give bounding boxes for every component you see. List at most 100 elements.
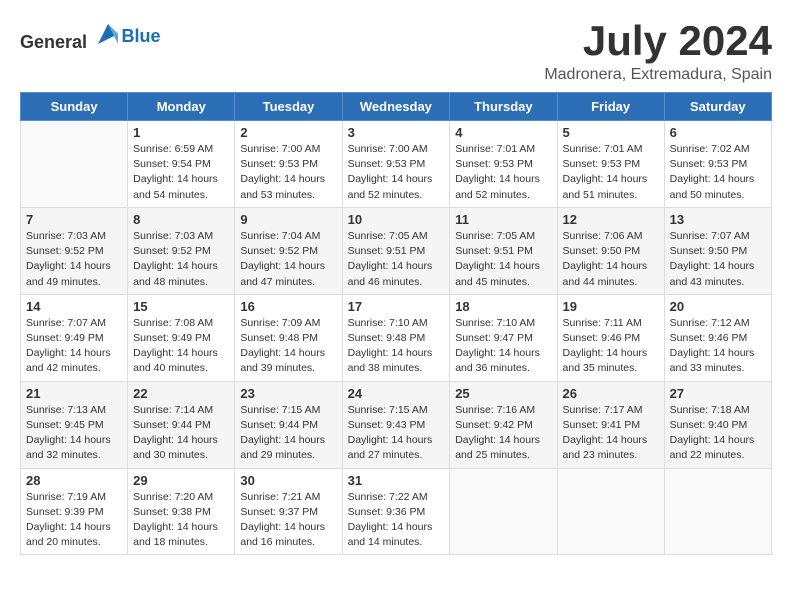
cell-info: Sunrise: 7:06 AMSunset: 9:50 PMDaylight:… <box>563 229 659 290</box>
cell-info: Sunrise: 7:01 AMSunset: 9:53 PMDaylight:… <box>563 142 659 203</box>
cell-info: Sunrise: 7:03 AMSunset: 9:52 PMDaylight:… <box>26 229 122 290</box>
calendar-cell: 23 Sunrise: 7:15 AMSunset: 9:44 PMDayligh… <box>235 381 342 468</box>
calendar-cell: 8 Sunrise: 7:03 AMSunset: 9:52 PMDaylight… <box>128 207 235 294</box>
day-number: 23 <box>240 386 336 401</box>
cell-info: Sunrise: 7:14 AMSunset: 9:44 PMDaylight:… <box>133 403 229 464</box>
calendar-cell: 30Sunrise: 7:21 AMSunset: 9:37 PMDayligh… <box>235 468 342 555</box>
day-number: 19 <box>563 299 659 314</box>
cell-info: Sunrise: 7:05 AMSunset: 9:51 PMDaylight:… <box>455 229 551 290</box>
day-number: 21 <box>26 386 122 401</box>
calendar-cell: 29 Sunrise: 7:20 AMSunset: 9:38 PMDayligh… <box>128 468 235 555</box>
day-number: 5 <box>563 125 659 140</box>
month-title: July 2024 <box>544 20 772 62</box>
calendar-cell: 22 Sunrise: 7:14 AMSunset: 9:44 PMDayligh… <box>128 381 235 468</box>
day-number: 8 <box>133 212 229 227</box>
day-header-saturday: Saturday <box>664 93 771 121</box>
day-number: 26 <box>563 386 659 401</box>
cell-info: Sunrise: 7:10 AMSunset: 9:48 PMDaylight:… <box>348 316 445 377</box>
day-number: 2 <box>240 125 336 140</box>
calendar-table: SundayMondayTuesdayWednesdayThursdayFrid… <box>20 92 772 555</box>
cell-info: Sunrise: 7:16 AMSunset: 9:42 PMDaylight:… <box>455 403 551 464</box>
cell-info: Sunrise: 7:10 AMSunset: 9:47 PMDaylight:… <box>455 316 551 377</box>
calendar-week-row: 14Sunrise: 7:07 AMSunset: 9:49 PMDayligh… <box>21 294 772 381</box>
day-header-tuesday: Tuesday <box>235 93 342 121</box>
calendar-header-row: SundayMondayTuesdayWednesdayThursdayFrid… <box>21 93 772 121</box>
calendar-week-row: 21 Sunrise: 7:13 AMSunset: 9:45 PMDayligh… <box>21 381 772 468</box>
day-number: 29 <box>133 473 229 488</box>
calendar-cell: 13Sunrise: 7:07 AMSunset: 9:50 PMDayligh… <box>664 207 771 294</box>
cell-info: Sunrise: 7:02 AMSunset: 9:53 PMDaylight:… <box>670 142 766 203</box>
day-number: 7 <box>26 212 122 227</box>
logo: General Blue <box>20 20 161 53</box>
cell-info: Sunrise: 7:11 AMSunset: 9:46 PMDaylight:… <box>563 316 659 377</box>
cell-info: Sunrise: 7:08 AMSunset: 9:49 PMDaylight:… <box>133 316 229 377</box>
cell-info: Sunrise: 7:22 AMSunset: 9:36 PMDaylight:… <box>348 490 445 551</box>
calendar-cell: 10Sunrise: 7:05 AMSunset: 9:51 PMDayligh… <box>342 207 450 294</box>
logo-icon <box>94 20 122 48</box>
day-number: 17 <box>348 299 445 314</box>
calendar-cell: 9Sunrise: 7:04 AMSunset: 9:52 PMDaylight… <box>235 207 342 294</box>
cell-info: Sunrise: 7:21 AMSunset: 9:37 PMDaylight:… <box>240 490 336 551</box>
cell-info: Sunrise: 7:07 AMSunset: 9:50 PMDaylight:… <box>670 229 766 290</box>
day-number: 16 <box>240 299 336 314</box>
day-number: 28 <box>26 473 122 488</box>
calendar-cell: 5 Sunrise: 7:01 AMSunset: 9:53 PMDaylight… <box>557 121 664 208</box>
day-number: 15 <box>133 299 229 314</box>
calendar-cell: 17 Sunrise: 7:10 AMSunset: 9:48 PMDayligh… <box>342 294 450 381</box>
calendar-cell: 1 Sunrise: 6:59 AMSunset: 9:54 PMDaylight… <box>128 121 235 208</box>
day-number: 20 <box>670 299 766 314</box>
day-number: 11 <box>455 212 551 227</box>
day-number: 3 <box>348 125 445 140</box>
cell-info: Sunrise: 7:13 AMSunset: 9:45 PMDaylight:… <box>26 403 122 464</box>
calendar-cell <box>557 468 664 555</box>
title-section: July 2024 Madronera, Extremadura, Spain <box>544 20 772 84</box>
cell-info: Sunrise: 7:15 AMSunset: 9:44 PMDaylight:… <box>240 403 336 464</box>
day-number: 12 <box>563 212 659 227</box>
day-header-friday: Friday <box>557 93 664 121</box>
cell-info: Sunrise: 7:20 AMSunset: 9:38 PMDaylight:… <box>133 490 229 551</box>
day-number: 27 <box>670 386 766 401</box>
logo-general: General <box>20 32 87 52</box>
day-number: 1 <box>133 125 229 140</box>
calendar-cell: 28Sunrise: 7:19 AMSunset: 9:39 PMDayligh… <box>21 468 128 555</box>
calendar-cell: 3Sunrise: 7:00 AMSunset: 9:53 PMDaylight… <box>342 121 450 208</box>
day-header-thursday: Thursday <box>450 93 557 121</box>
calendar-cell <box>21 121 128 208</box>
cell-info: Sunrise: 7:00 AMSunset: 9:53 PMDaylight:… <box>240 142 336 203</box>
day-number: 9 <box>240 212 336 227</box>
calendar-cell: 16 Sunrise: 7:09 AMSunset: 9:48 PMDayligh… <box>235 294 342 381</box>
cell-info: Sunrise: 7:05 AMSunset: 9:51 PMDaylight:… <box>348 229 445 290</box>
day-header-wednesday: Wednesday <box>342 93 450 121</box>
calendar-cell <box>450 468 557 555</box>
calendar-cell: 2 Sunrise: 7:00 AMSunset: 9:53 PMDaylight… <box>235 121 342 208</box>
calendar-week-row: 1 Sunrise: 6:59 AMSunset: 9:54 PMDaylight… <box>21 121 772 208</box>
cell-info: Sunrise: 7:07 AMSunset: 9:49 PMDaylight:… <box>26 316 122 377</box>
day-number: 6 <box>670 125 766 140</box>
cell-info: Sunrise: 7:15 AMSunset: 9:43 PMDaylight:… <box>348 403 445 464</box>
day-number: 18 <box>455 299 551 314</box>
calendar-cell: 27Sunrise: 7:18 AMSunset: 9:40 PMDayligh… <box>664 381 771 468</box>
day-number: 22 <box>133 386 229 401</box>
calendar-cell: 24Sunrise: 7:15 AMSunset: 9:43 PMDayligh… <box>342 381 450 468</box>
calendar-cell: 19 Sunrise: 7:11 AMSunset: 9:46 PMDayligh… <box>557 294 664 381</box>
calendar-week-row: 28Sunrise: 7:19 AMSunset: 9:39 PMDayligh… <box>21 468 772 555</box>
calendar-cell: 21 Sunrise: 7:13 AMSunset: 9:45 PMDayligh… <box>21 381 128 468</box>
page-header: General Blue July 2024 Madronera, Extrem… <box>20 20 772 84</box>
cell-info: Sunrise: 7:12 AMSunset: 9:46 PMDaylight:… <box>670 316 766 377</box>
calendar-cell: 31Sunrise: 7:22 AMSunset: 9:36 PMDayligh… <box>342 468 450 555</box>
cell-info: Sunrise: 7:01 AMSunset: 9:53 PMDaylight:… <box>455 142 551 203</box>
logo-blue: Blue <box>122 26 161 46</box>
cell-info: Sunrise: 6:59 AMSunset: 9:54 PMDaylight:… <box>133 142 229 203</box>
calendar-cell <box>664 468 771 555</box>
day-number: 4 <box>455 125 551 140</box>
cell-info: Sunrise: 7:03 AMSunset: 9:52 PMDaylight:… <box>133 229 229 290</box>
day-header-monday: Monday <box>128 93 235 121</box>
calendar-cell: 25 Sunrise: 7:16 AMSunset: 9:42 PMDayligh… <box>450 381 557 468</box>
day-header-sunday: Sunday <box>21 93 128 121</box>
calendar-cell: 14Sunrise: 7:07 AMSunset: 9:49 PMDayligh… <box>21 294 128 381</box>
cell-info: Sunrise: 7:17 AMSunset: 9:41 PMDaylight:… <box>563 403 659 464</box>
calendar-week-row: 7 Sunrise: 7:03 AMSunset: 9:52 PMDaylight… <box>21 207 772 294</box>
cell-info: Sunrise: 7:09 AMSunset: 9:48 PMDaylight:… <box>240 316 336 377</box>
calendar-cell: 26 Sunrise: 7:17 AMSunset: 9:41 PMDayligh… <box>557 381 664 468</box>
day-number: 25 <box>455 386 551 401</box>
